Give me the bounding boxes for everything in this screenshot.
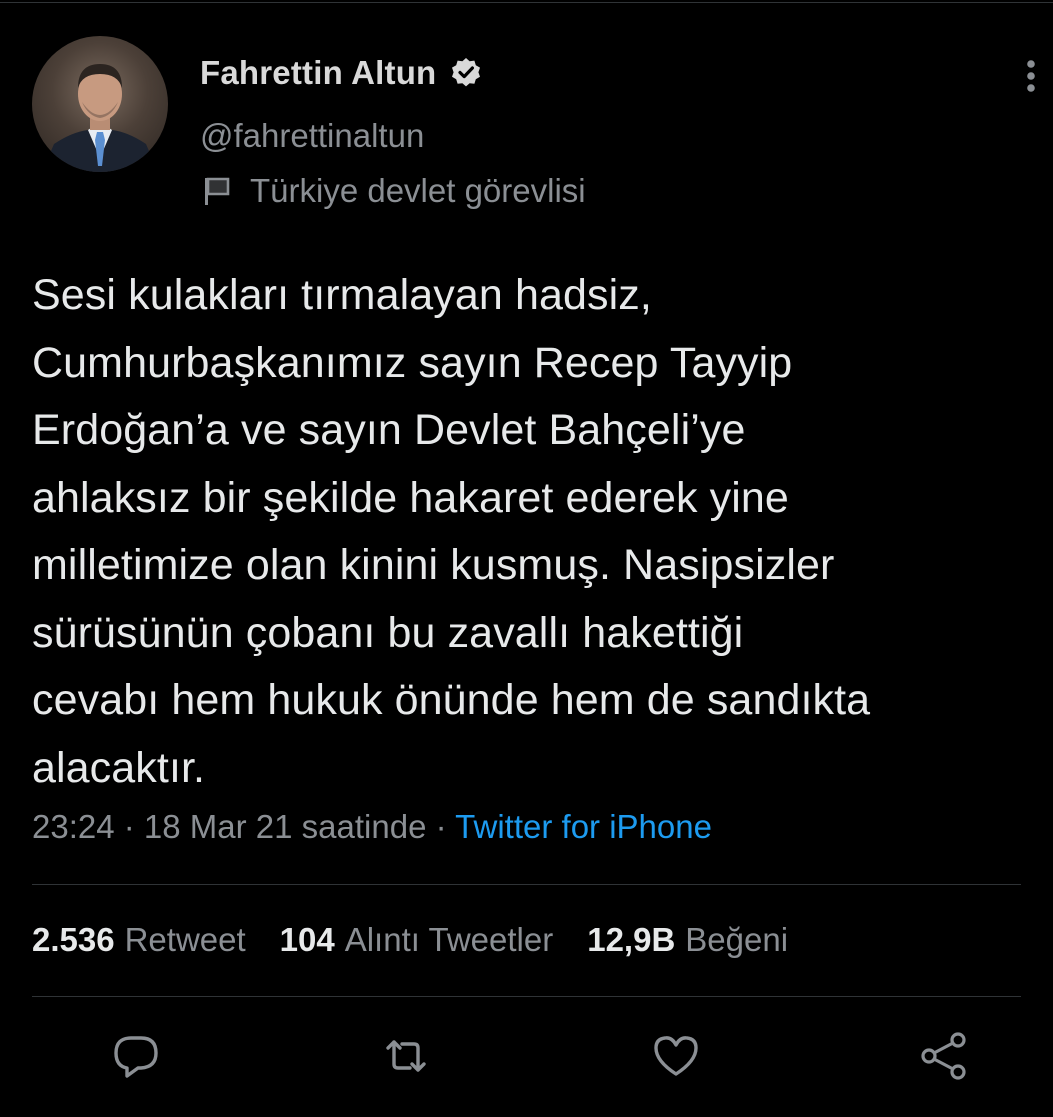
tweet-stats: 2.536 Retweet 104 Alıntı Tweetler 12,9B Beğ…: [32, 921, 822, 959]
tweet-date[interactable]: 18 Mar 21 saatinde: [144, 808, 427, 845]
share-icon: [918, 1030, 970, 1087]
reply-button[interactable]: [110, 1032, 162, 1084]
more-vertical-icon[interactable]: [1016, 58, 1046, 96]
government-label-text: Türkiye devlet görevlisi: [250, 172, 586, 209]
retweet-icon: [380, 1030, 432, 1087]
tweet-time[interactable]: 23:24: [32, 808, 115, 845]
retweet-label: Retweet: [124, 921, 246, 958]
meta-separator: ·: [426, 808, 456, 845]
quote-count: 104: [279, 921, 335, 958]
author-name-row[interactable]: Fahrettin Altun: [200, 54, 482, 92]
government-label[interactable]: Türkiye devlet görevlisi: [200, 172, 586, 210]
quote-label: Alıntı Tweetler: [344, 921, 554, 958]
meta-separator: ·: [114, 808, 144, 845]
like-count: 12,9B: [587, 921, 676, 958]
quote-stat[interactable]: 104 Alıntı Tweetler: [280, 921, 554, 959]
top-divider: [0, 2, 1053, 3]
retweet-button[interactable]: [380, 1032, 432, 1084]
stats-top-divider: [32, 884, 1021, 885]
reply-icon: [111, 1031, 161, 1086]
avatar[interactable]: [32, 36, 168, 172]
share-button[interactable]: [918, 1030, 970, 1087]
like-button[interactable]: [650, 1032, 702, 1084]
author-display-name[interactable]: Fahrettin Altun: [200, 54, 436, 92]
verified-badge-icon: [450, 57, 482, 89]
tweet-text: Sesi kulakları tırmalayan hadsiz, Cumhur…: [32, 271, 871, 792]
retweet-stat[interactable]: 2.536 Retweet: [32, 921, 246, 959]
author-handle[interactable]: @fahrettinaltun: [200, 117, 424, 155]
like-label: Beğeni: [685, 921, 789, 958]
like-stat[interactable]: 12,9B Beğeni: [587, 921, 788, 959]
tweet-meta: 23:24 · 18 Mar 21 saatinde · Twitter for…: [32, 808, 712, 846]
stats-bottom-divider: [32, 996, 1021, 997]
retweet-count: 2.536: [32, 921, 115, 958]
like-icon: [651, 1031, 701, 1086]
flag-icon: [200, 174, 234, 208]
tweet-source-link[interactable]: Twitter for iPhone: [455, 808, 712, 845]
